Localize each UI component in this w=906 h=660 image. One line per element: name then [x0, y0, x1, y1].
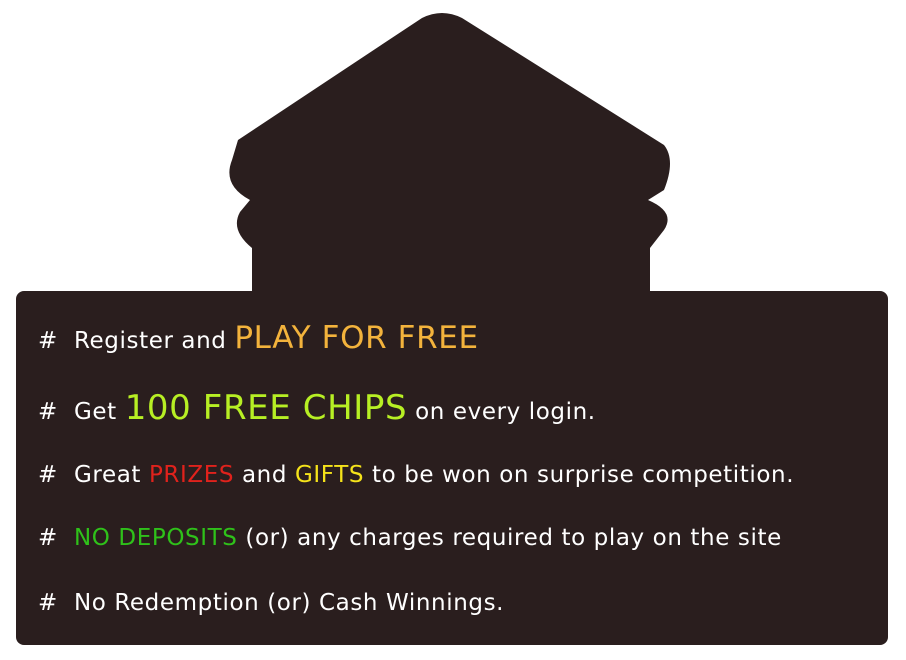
play-for-free-highlight: PLAY FOR FREE — [234, 320, 479, 356]
bullet: # — [38, 590, 58, 616]
feature-line-2: # Get 100 FREE CHIPS on every login. — [38, 388, 596, 428]
gifts-highlight: GIFTS — [294, 462, 365, 488]
prizes-highlight: PRIZES — [148, 462, 235, 488]
line-3-text-end: to be won on surprise competition. — [364, 462, 795, 488]
roof-shape — [229, 13, 671, 295]
line-1-text: Register and — [74, 328, 235, 354]
bullet: # — [38, 328, 58, 354]
line-4-text-end: (or) any charges required to play on the… — [237, 525, 782, 551]
no-deposits-highlight: NO DEPOSITS — [74, 525, 238, 551]
bullet: # — [38, 462, 58, 488]
line-5-text: No Redemption (or) Cash Winnings. — [74, 590, 505, 616]
line-2-text-start: Get — [74, 399, 125, 425]
feature-line-4: # NO DEPOSITS (or) any charges required … — [38, 525, 782, 551]
feature-line-5: # No Redemption (or) Cash Winnings. — [38, 590, 504, 616]
line-2-text-end: on every login. — [407, 399, 596, 425]
line-3-text-start: Great — [74, 462, 149, 488]
feature-line-1: # Register and PLAY FOR FREE — [38, 320, 479, 356]
line-3-text-and: and — [234, 462, 295, 488]
bullet: # — [38, 399, 58, 425]
feature-line-3: # Great PRIZES and GIFTS to be won on su… — [38, 462, 794, 488]
bullet: # — [38, 525, 58, 551]
free-chips-highlight: 100 FREE CHIPS — [124, 388, 408, 428]
